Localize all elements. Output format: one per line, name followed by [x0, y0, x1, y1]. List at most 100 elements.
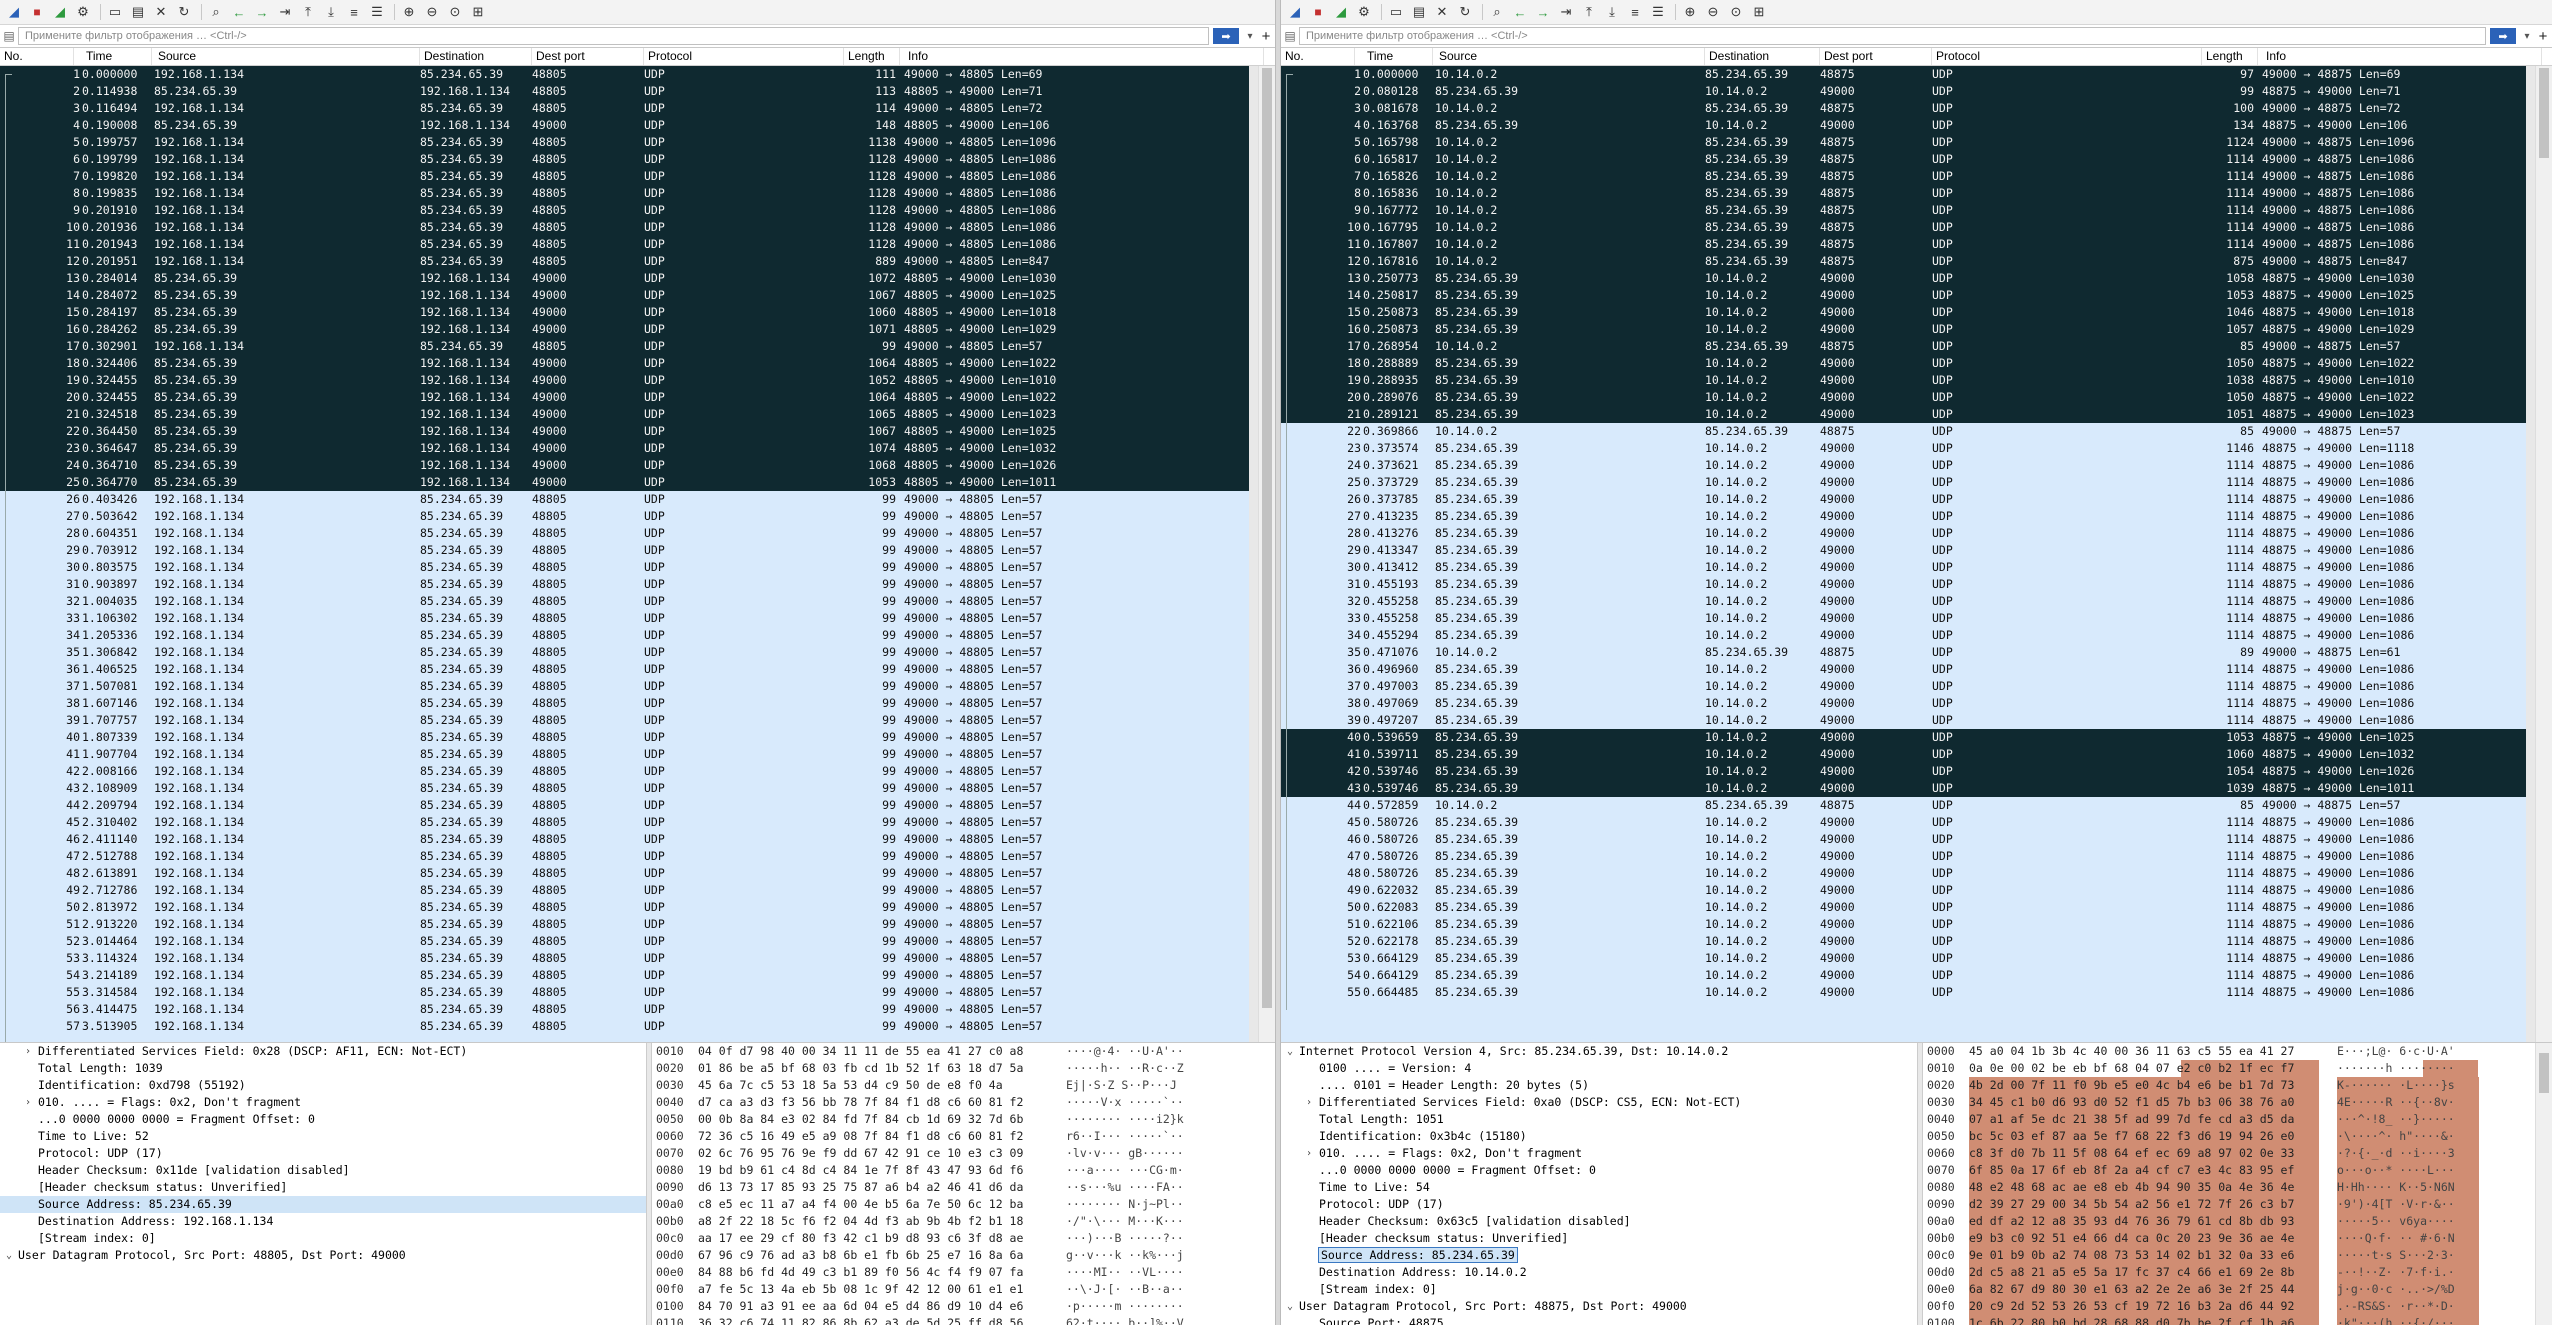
packet-row[interactable]: 3 0.081678 10.14.0.2 85.234.65.39 48875 UDP 10… [1281, 100, 2536, 117]
packet-row[interactable]: 8 0.199835 192.168.1.134 85.234.65.39 48805 U… [0, 185, 1259, 202]
bytes-row[interactable]: 0040 d7 ca a3 d3 f3 56 bb 78 7f 84 f1 d8 … [652, 1094, 1275, 1111]
packet-row[interactable]: 34 1.205336 192.168.1.134 85.234.65.39 48805… [0, 627, 1259, 644]
packet-row[interactable]: 39 1.707757 192.168.1.134 85.234.65.39 48805… [0, 712, 1259, 729]
column-header-info[interactable]: Info [904, 48, 1264, 65]
packet-row[interactable]: 9 0.167772 10.14.0.2 85.234.65.39 48875 UDP 11… [1281, 202, 2536, 219]
packet-row[interactable]: 3 0.116494 192.168.1.134 85.234.65.39 48805 U… [0, 100, 1259, 117]
bytes-row[interactable]: 00e0 84 88 b6 fd 4d 49 c3 b1 89 f0 56 4c … [652, 1264, 1275, 1281]
detail-row[interactable]: Destination Address: 10.14.0.2 [1281, 1264, 1917, 1281]
column-header-length[interactable]: Length [2202, 48, 2258, 65]
chevron-right-icon[interactable]: › [22, 1094, 34, 1111]
detail-row[interactable]: Time to Live: 54 [1281, 1179, 1917, 1196]
bytes-row[interactable]: 00b0 a8 2f 22 18 5c f6 f2 04 4d f3 ab 9b … [652, 1213, 1275, 1230]
detail-row[interactable]: ⌄ User Datagram Protocol, Src Port: 48805… [0, 1247, 646, 1264]
display-filter-input[interactable] [1299, 27, 2486, 45]
column-header-destination[interactable]: Destination [420, 48, 532, 65]
packet-row[interactable]: 53 0.664129 85.234.65.39 10.14.0.2 49000 UDP 1… [1281, 950, 2536, 967]
column-header-destination[interactable]: Destination [1705, 48, 1820, 65]
go-forward-icon[interactable]: → [1533, 2, 1553, 22]
packet-row[interactable]: 15 0.284197 85.234.65.39 192.168.1.134 49000… [0, 304, 1259, 321]
packet-row[interactable]: 32 1.004035 192.168.1.134 85.234.65.39 48805… [0, 593, 1259, 610]
bytes-row[interactable]: 00e0 6a 82 67 d9 80 30 e1 63 a2 2e 2e a6 … [1923, 1281, 2538, 1298]
packet-row[interactable]: 18 0.288889 85.234.65.39 10.14.0.2 49000 UDP 1… [1281, 355, 2536, 372]
packet-row[interactable]: 6 0.199799 192.168.1.134 85.234.65.39 48805 U… [0, 151, 1259, 168]
capture-options-icon[interactable]: ⚙ [1354, 2, 1374, 22]
packet-row[interactable]: 22 0.364450 85.234.65.39 192.168.1.134 49000… [0, 423, 1259, 440]
bytes-row[interactable]: 0000 45 a0 04 1b 3b 4c 40 00 36 11 63 c5 … [1923, 1043, 2538, 1060]
packet-row[interactable]: 12 0.167816 10.14.0.2 85.234.65.39 48875 UDP 8… [1281, 253, 2536, 270]
packet-row[interactable]: 26 0.403426 192.168.1.134 85.234.65.39 48805… [0, 491, 1259, 508]
go-to-packet-icon[interactable]: ⇥ [1556, 2, 1576, 22]
packet-row[interactable]: 55 0.664485 85.234.65.39 10.14.0.2 49000 UDP 1… [1281, 984, 2536, 1001]
detail-row[interactable]: › 010. .... = Flags: 0x2, Don't fragment [0, 1094, 646, 1111]
chevron-down-icon[interactable]: ▾ [2520, 31, 2534, 42]
packet-row[interactable]: 7 0.165826 10.14.0.2 85.234.65.39 48875 UDP 11… [1281, 168, 2536, 185]
packet-row[interactable]: 1 0.000000 10.14.0.2 85.234.65.39 48875 UDP 97… [1281, 66, 2536, 83]
packet-row[interactable]: 17 0.302901 192.168.1.134 85.234.65.39 48805… [0, 338, 1259, 355]
bytes-row[interactable]: 00d0 67 96 c9 76 ad a3 b8 6b e1 fb 6b 25 … [652, 1247, 1275, 1264]
shark-fin-start-icon[interactable]: ◢ [4, 2, 24, 22]
packet-row[interactable]: 35 1.306842 192.168.1.134 85.234.65.39 48805… [0, 644, 1259, 661]
detail-row[interactable]: ...0 0000 0000 0000 = Fragment Offset: 0 [1281, 1162, 1917, 1179]
packet-row[interactable]: 46 2.411140 192.168.1.134 85.234.65.39 48805… [0, 831, 1259, 848]
packet-row[interactable]: 47 0.580726 85.234.65.39 10.14.0.2 49000 UDP 1… [1281, 848, 2536, 865]
detail-row[interactable]: › Differentiated Services Field: 0xa0 (DS… [1281, 1094, 1917, 1111]
detail-row[interactable]: [Stream index: 0] [1281, 1281, 1917, 1298]
packet-row[interactable]: 11 0.167807 10.14.0.2 85.234.65.39 48875 UDP 1… [1281, 236, 2536, 253]
bytes-row[interactable]: 00a0 ed df a2 12 a8 35 93 d4 76 36 79 61 … [1923, 1213, 2538, 1230]
detail-row[interactable]: Header Checksum: 0x11de [validation disa… [0, 1162, 646, 1179]
column-header-no[interactable]: No. [0, 48, 74, 65]
packet-row[interactable]: 2 0.080128 85.234.65.39 10.14.0.2 49000 UDP 99… [1281, 83, 2536, 100]
close-file-icon[interactable]: ✕ [151, 2, 171, 22]
apply-filter-arrow-icon[interactable]: ➡ [2490, 28, 2516, 44]
detail-row[interactable]: Header Checksum: 0x63c5 [validation disa… [1281, 1213, 1917, 1230]
detail-row[interactable]: Identification: 0x3b4c (15180) [1281, 1128, 1917, 1145]
bytes-row[interactable]: 0110 36 32 c6 74 11 82 86 8b 62 a3 de 5d … [652, 1315, 1275, 1325]
find-packet-icon[interactable]: ⌕ [1487, 2, 1507, 22]
packet-row[interactable]: 52 3.014464 192.168.1.134 85.234.65.39 48805… [0, 933, 1259, 950]
packet-row[interactable]: 5 0.199757 192.168.1.134 85.234.65.39 48805 U… [0, 134, 1259, 151]
colorize-icon[interactable]: ☰ [367, 2, 387, 22]
packet-row[interactable]: 26 0.373785 85.234.65.39 10.14.0.2 49000 UDP 1… [1281, 491, 2536, 508]
zoom-normal-icon[interactable]: ⊙ [1726, 2, 1746, 22]
bytes-row[interactable]: 00c0 aa 17 ee 29 cf 80 f3 42 c1 b9 d8 93 … [652, 1230, 1275, 1247]
packet-row[interactable]: 42 2.008166 192.168.1.134 85.234.65.39 48805… [0, 763, 1259, 780]
capture-options-icon[interactable]: ⚙ [73, 2, 93, 22]
detail-row[interactable]: Source Address: 85.234.65.39 [1281, 1247, 1917, 1264]
zoom-in-icon[interactable]: ⊕ [1680, 2, 1700, 22]
chevron-down-icon[interactable]: ⌄ [1284, 1298, 1296, 1315]
packet-row[interactable]: 6 0.165817 10.14.0.2 85.234.65.39 48875 UDP 11… [1281, 151, 2536, 168]
bytes-row[interactable]: 0100 1c 6b 22 80 b0 bd 28 68 88 d0 7b be … [1923, 1315, 2538, 1325]
bookmark-icon[interactable]: ▤ [0, 29, 18, 43]
chevron-right-icon[interactable]: › [22, 1043, 34, 1060]
packet-row[interactable]: 19 0.288935 85.234.65.39 10.14.0.2 49000 UDP 1… [1281, 372, 2536, 389]
packet-row[interactable]: 25 0.364770 85.234.65.39 192.168.1.134 49000… [0, 474, 1259, 491]
packet-row[interactable]: 43 2.108909 192.168.1.134 85.234.65.39 48805… [0, 780, 1259, 797]
packet-row[interactable]: 47 2.512788 192.168.1.134 85.234.65.39 48805… [0, 848, 1259, 865]
last-packet-icon[interactable]: ⤓ [1602, 2, 1622, 22]
packet-row[interactable]: 17 0.268954 10.14.0.2 85.234.65.39 48875 UDP 8… [1281, 338, 2536, 355]
bytes-row[interactable]: 00d0 2d c5 a8 21 a5 e5 5a 17 fc 37 c4 66 … [1923, 1264, 2538, 1281]
packet-row[interactable]: 4 0.190008 85.234.65.39 192.168.1.134 49000 U… [0, 117, 1259, 134]
resize-columns-icon[interactable]: ⊞ [1749, 2, 1769, 22]
bytes-row[interactable]: 0010 0a 0e 00 02 be eb bf 68 04 07 e2 c0 … [1923, 1060, 2538, 1077]
autoscroll-icon[interactable]: ≡ [344, 2, 364, 22]
packet-row[interactable]: 35 0.471076 10.14.0.2 85.234.65.39 48875 UDP 8… [1281, 644, 2536, 661]
autoscroll-icon[interactable]: ≡ [1625, 2, 1645, 22]
packet-row[interactable]: 41 0.539711 85.234.65.39 10.14.0.2 49000 UDP 1… [1281, 746, 2536, 763]
packet-row[interactable]: 25 0.373729 85.234.65.39 10.14.0.2 49000 UDP 1… [1281, 474, 2536, 491]
column-header-dest-port[interactable]: Dest port [1820, 48, 1932, 65]
bytes-row[interactable]: 0080 19 bd b9 61 c4 8d c4 84 1e 7f 8f 43 … [652, 1162, 1275, 1179]
packet-row[interactable]: 51 2.913220 192.168.1.134 85.234.65.39 48805… [0, 916, 1259, 933]
packet-row[interactable]: 28 0.413276 85.234.65.39 10.14.0.2 49000 UDP 1… [1281, 525, 2536, 542]
add-filter-button[interactable]: + [1257, 28, 1275, 45]
packet-row[interactable]: 32 0.455258 85.234.65.39 10.14.0.2 49000 UDP 1… [1281, 593, 2536, 610]
detail-row[interactable]: [Stream index: 0] [0, 1230, 646, 1247]
packet-row[interactable]: 29 0.703912 192.168.1.134 85.234.65.39 48805… [0, 542, 1259, 559]
column-header-protocol[interactable]: Protocol [1932, 48, 2202, 65]
packet-row[interactable]: 27 0.503642 192.168.1.134 85.234.65.39 48805… [0, 508, 1259, 525]
open-file-icon[interactable]: ▭ [1386, 2, 1406, 22]
packet-row[interactable]: 7 0.199820 192.168.1.134 85.234.65.39 48805 U… [0, 168, 1259, 185]
go-forward-icon[interactable]: → [252, 2, 272, 22]
last-packet-icon[interactable]: ⤓ [321, 2, 341, 22]
